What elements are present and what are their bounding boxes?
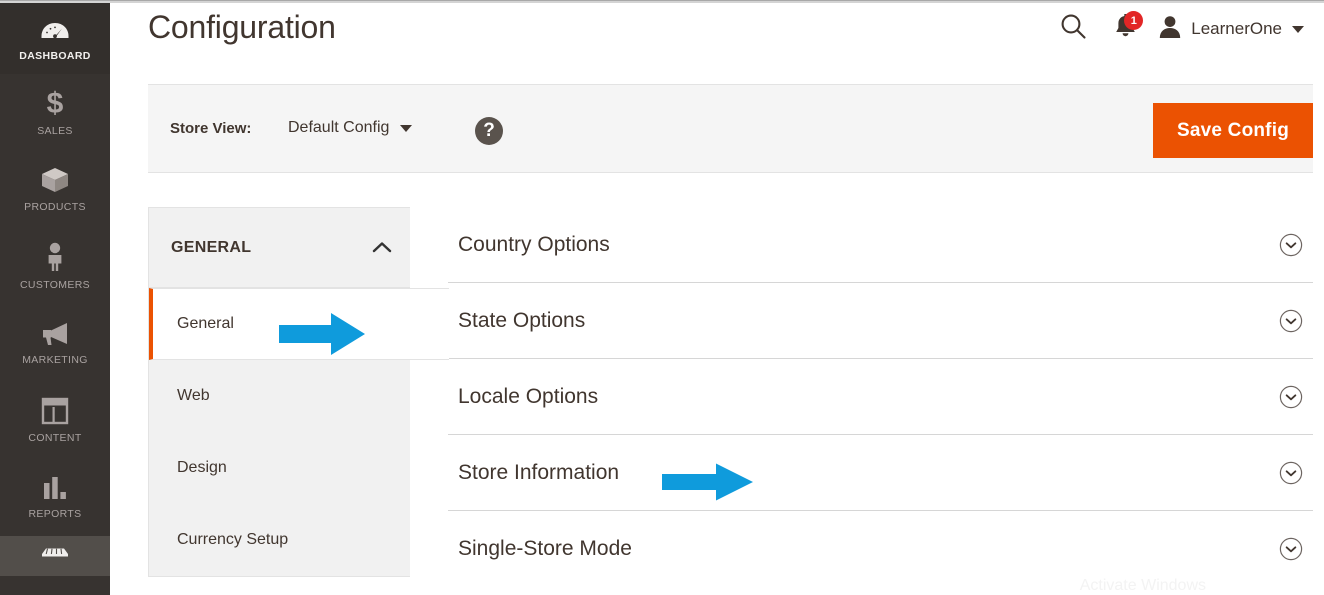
header-actions: 1 LearnerOne xyxy=(1047,9,1308,49)
sidebar-item-products[interactable]: PRODUCTS xyxy=(0,151,110,228)
person-icon xyxy=(44,242,66,272)
bar-chart-icon xyxy=(41,475,69,501)
config-nav-item-label: Web xyxy=(177,387,210,404)
sidebar-item-customers[interactable]: CUSTOMERS xyxy=(0,228,110,305)
chevron-down-circle-icon[interactable] xyxy=(1279,233,1303,257)
window-top-edge xyxy=(0,0,1324,3)
sidebar-item-label: REPORTS xyxy=(28,508,82,520)
sidebar-item-label: CONTENT xyxy=(28,432,82,444)
svg-text:$: $ xyxy=(47,88,64,118)
config-nav-item-label: General xyxy=(177,315,234,332)
sidebar-item-label: MARKETING xyxy=(22,354,88,366)
chevron-up-icon xyxy=(372,241,392,259)
megaphone-icon xyxy=(39,321,71,347)
config-section-general-header[interactable]: GENERAL xyxy=(149,208,410,288)
caret-down-icon xyxy=(400,124,413,132)
notification-count-badge: 1 xyxy=(1124,11,1144,30)
config-section-title: GENERAL xyxy=(171,238,252,256)
store-view-label: Store View: xyxy=(170,120,252,137)
config-group-country-options[interactable]: Country Options xyxy=(448,207,1313,283)
config-nav-item-design[interactable]: Design xyxy=(149,432,410,504)
config-group-title: Store Information xyxy=(458,460,620,484)
config-nav-item-label: Currency Setup xyxy=(177,531,289,548)
sidebar-item-content[interactable]: CONTENT xyxy=(0,382,110,459)
search-button[interactable] xyxy=(1047,9,1099,49)
config-nav-item-web[interactable]: Web xyxy=(149,360,410,432)
config-group-list: Country Options State Options Locale Opt… xyxy=(448,207,1313,587)
config-group-title: Locale Options xyxy=(458,384,599,408)
chevron-down-circle-icon[interactable] xyxy=(1279,537,1303,561)
question-mark-icon[interactable]: ? xyxy=(475,117,503,145)
sidebar-item-sales[interactable]: $ SALES xyxy=(0,74,110,151)
box-icon xyxy=(40,166,70,194)
windows-activation-watermark: Activate Windows xyxy=(1079,577,1206,594)
config-group-locale-options[interactable]: Locale Options xyxy=(448,359,1313,435)
sidebar-item-reports[interactable]: REPORTS xyxy=(0,459,110,536)
dollar-icon: $ xyxy=(43,87,67,120)
store-switcher-bar: Store View: Default Config ? Save Config xyxy=(148,84,1313,173)
config-group-store-information[interactable]: Store Information xyxy=(448,435,1313,511)
chevron-down-circle-icon[interactable] xyxy=(1279,461,1303,485)
config-group-single-store-mode[interactable]: Single-Store Mode xyxy=(448,511,1313,587)
chevron-down-circle-icon[interactable] xyxy=(1279,309,1303,333)
config-nav-item-currency-setup[interactable]: Currency Setup xyxy=(149,504,410,576)
search-icon xyxy=(1060,13,1087,45)
main-content-area: Configuration 1 LearnerOne Store View: D… xyxy=(110,3,1324,595)
save-config-button[interactable]: Save Config xyxy=(1153,103,1313,158)
sidebar-item-marketing[interactable]: MARKETING xyxy=(0,305,110,382)
gauge-icon xyxy=(40,21,70,43)
config-group-title: Country Options xyxy=(458,232,610,256)
sidebar-item-label: PRODUCTS xyxy=(24,201,86,213)
sidebar-item-label: SALES xyxy=(37,125,73,137)
page-header: Configuration 1 LearnerOne xyxy=(110,3,1324,71)
store-view-value: Default Config xyxy=(288,119,390,136)
caret-down-icon xyxy=(1292,25,1304,33)
layout-icon xyxy=(41,397,69,425)
user-menu[interactable]: LearnerOne xyxy=(1151,9,1308,49)
config-group-title: State Options xyxy=(458,308,586,332)
sidebar-item-stores[interactable] xyxy=(0,536,110,576)
sidebar-item-dashboard[interactable]: DASHBOARD xyxy=(0,3,110,74)
store-icon xyxy=(40,548,70,568)
page-title: Configuration xyxy=(148,9,336,45)
sidebar-item-label: DASHBOARD xyxy=(19,50,91,62)
user-name-label: LearnerOne xyxy=(1191,19,1282,38)
admin-sidebar: DASHBOARD $ SALES PRODUCTS CUSTOMERS MAR… xyxy=(0,3,110,595)
config-nav-item-label: Design xyxy=(177,459,227,476)
user-avatar-icon xyxy=(1157,14,1183,45)
window-top-line xyxy=(0,0,1324,1)
notifications-button[interactable]: 1 xyxy=(1099,9,1151,49)
chevron-down-circle-icon[interactable] xyxy=(1279,385,1303,409)
config-nav-panel: GENERAL General Web Design Currency Setu… xyxy=(148,207,449,577)
config-group-state-options[interactable]: State Options xyxy=(448,283,1313,359)
store-view-dropdown[interactable]: Default Config xyxy=(288,119,413,137)
app-root: DASHBOARD $ SALES PRODUCTS CUSTOMERS MAR… xyxy=(0,0,1324,595)
config-group-title: Single-Store Mode xyxy=(458,537,632,560)
config-nav-item-general[interactable]: General xyxy=(149,288,449,360)
sidebar-item-label: CUSTOMERS xyxy=(19,279,91,291)
